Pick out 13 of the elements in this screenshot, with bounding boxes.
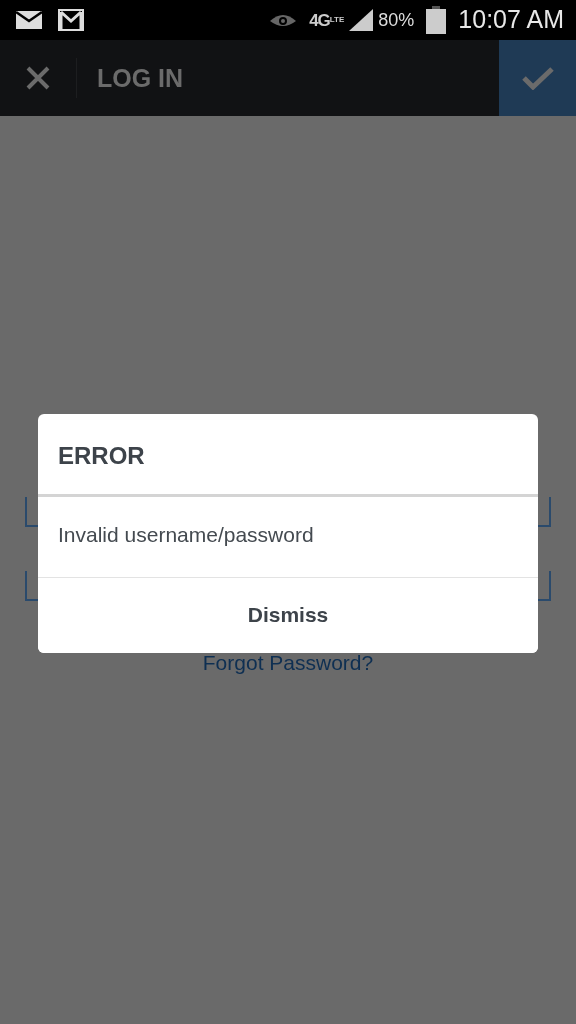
close-icon <box>26 66 50 90</box>
error-message: Invalid username/password <box>38 497 538 578</box>
confirm-button[interactable] <box>499 40 576 116</box>
battery-percent: 80% <box>378 8 415 32</box>
network-type: 4G$^{LTE}$ <box>309 11 345 29</box>
check-icon <box>521 66 554 90</box>
dialog-title: ERROR <box>38 414 538 497</box>
mail-icon <box>16 11 42 29</box>
battery-icon <box>426 6 447 34</box>
screen-title: LOG IN <box>76 58 184 98</box>
signal-icon <box>348 8 375 32</box>
clock-time: 10:07 AM <box>458 4 564 36</box>
gmail-icon <box>58 9 84 31</box>
